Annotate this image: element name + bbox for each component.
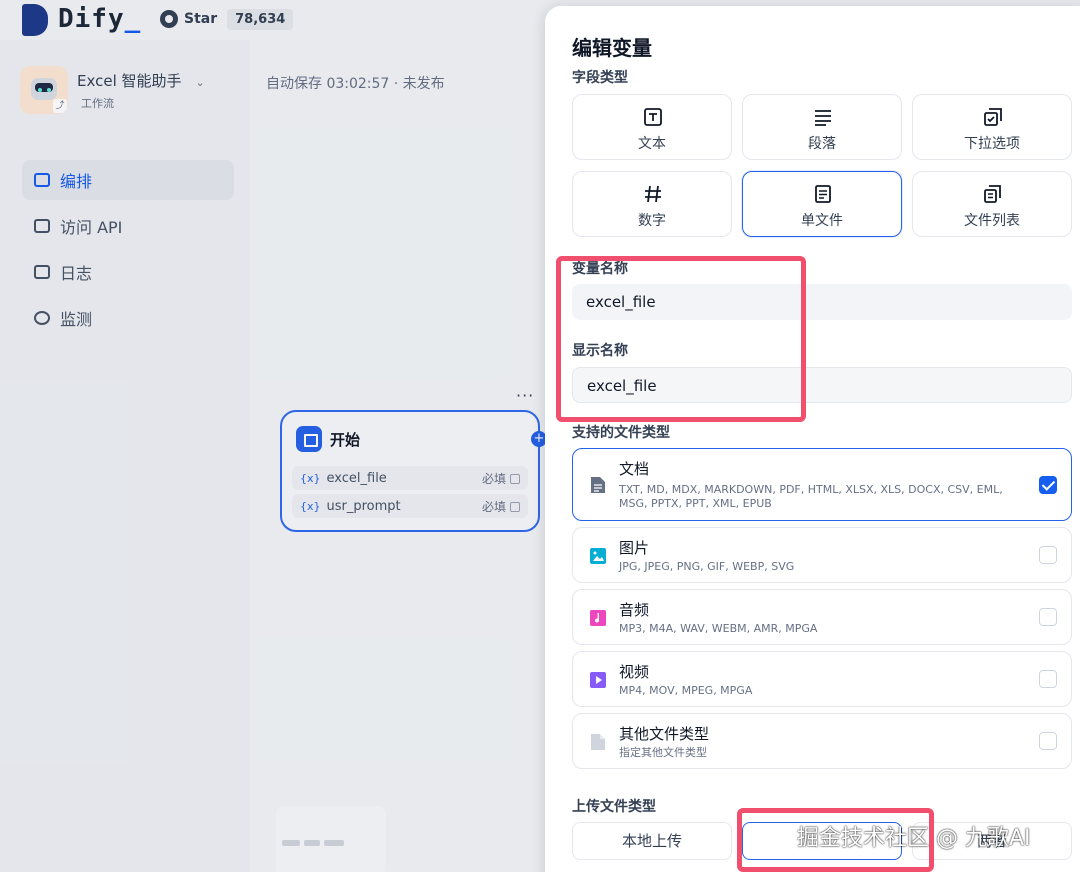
file-type-checkbox[interactable]	[1039, 608, 1057, 626]
number-icon	[645, 185, 661, 203]
field-type-paragraph[interactable]: 段落	[742, 94, 902, 160]
file-type-desc: MP3, M4A, WAV, WEBM, AMR, MPGA	[619, 622, 818, 635]
panel-title: 编辑变量	[572, 36, 652, 60]
audio-icon	[590, 610, 606, 626]
field-type-select[interactable]: 下拉选项	[912, 94, 1072, 160]
field-type-single-file[interactable]: 单文件	[742, 171, 902, 237]
file-type-name: 视频	[619, 663, 650, 681]
file-type-checkbox[interactable]	[1039, 670, 1057, 688]
file-type-video[interactable]: 视频 MP4, MOV, MPEG, MPGA	[572, 651, 1072, 707]
file-type-desc: 指定其他文件类型	[619, 746, 707, 759]
file-type-other[interactable]: 其他文件类型 指定其他文件类型	[572, 713, 1072, 769]
field-type-label-text: 文本	[638, 136, 666, 152]
field-type-label-paragraph: 段落	[808, 136, 836, 152]
file-type-desc: TXT, MD, MDX, MARKDOWN, PDF, HTML, XLSX,…	[619, 483, 1003, 510]
file-type-name: 图片	[619, 539, 650, 557]
video-icon	[590, 672, 606, 688]
field-type-label-single-file: 单文件	[801, 213, 843, 229]
file-type-document[interactable]: 文档 TXT, MD, MDX, MARKDOWN, PDF, HTML, XL…	[572, 448, 1072, 521]
file-list-icon	[984, 185, 1001, 203]
file-type-audio[interactable]: 音频 MP3, M4A, WAV, WEBM, AMR, MPGA	[572, 589, 1072, 645]
highlight-box	[556, 256, 806, 422]
file-types-label: 支持的文件类型	[572, 425, 670, 441]
file-type-name: 其他文件类型	[619, 725, 710, 743]
text-icon	[644, 108, 662, 126]
upload-type-label: 上传文件类型	[572, 799, 656, 815]
select-icon	[984, 108, 1002, 126]
field-type-text[interactable]: 文本	[572, 94, 732, 160]
field-type-number[interactable]: 数字	[572, 171, 732, 237]
file-type-checkbox[interactable]	[1039, 546, 1057, 564]
watermark: 掘金技术社区 @ 九歌AI	[797, 826, 1031, 851]
field-type-label-number: 数字	[638, 213, 666, 229]
field-type-label-select: 下拉选项	[964, 136, 1020, 152]
file-type-name: 音频	[619, 601, 650, 619]
field-type-file-list[interactable]: 文件列表	[912, 171, 1072, 237]
field-type-label-file-list: 文件列表	[964, 213, 1020, 229]
file-icon	[591, 734, 605, 750]
file-type-checkbox[interactable]	[1039, 476, 1057, 494]
edit-variable-panel: 编辑变量 字段类型 文本 段落 下拉选项 数字 单文件 文件列表 变量名称 ex…	[545, 6, 1080, 872]
file-type-desc: MP4, MOV, MPEG, MPGA	[619, 684, 753, 697]
field-type-label: 字段类型	[572, 70, 628, 86]
document-icon	[591, 477, 605, 493]
file-type-checkbox[interactable]	[1039, 732, 1057, 750]
paragraph-icon	[815, 110, 831, 126]
file-type-desc: JPG, JPEG, PNG, GIF, WEBP, SVG	[619, 560, 795, 573]
file-type-image[interactable]: 图片 JPG, JPEG, PNG, GIF, WEBP, SVG	[572, 527, 1072, 583]
single-file-icon	[815, 185, 831, 203]
image-icon	[590, 548, 606, 564]
file-type-name: 文档	[619, 460, 650, 478]
upload-local-button[interactable]: 本地上传	[572, 822, 732, 860]
